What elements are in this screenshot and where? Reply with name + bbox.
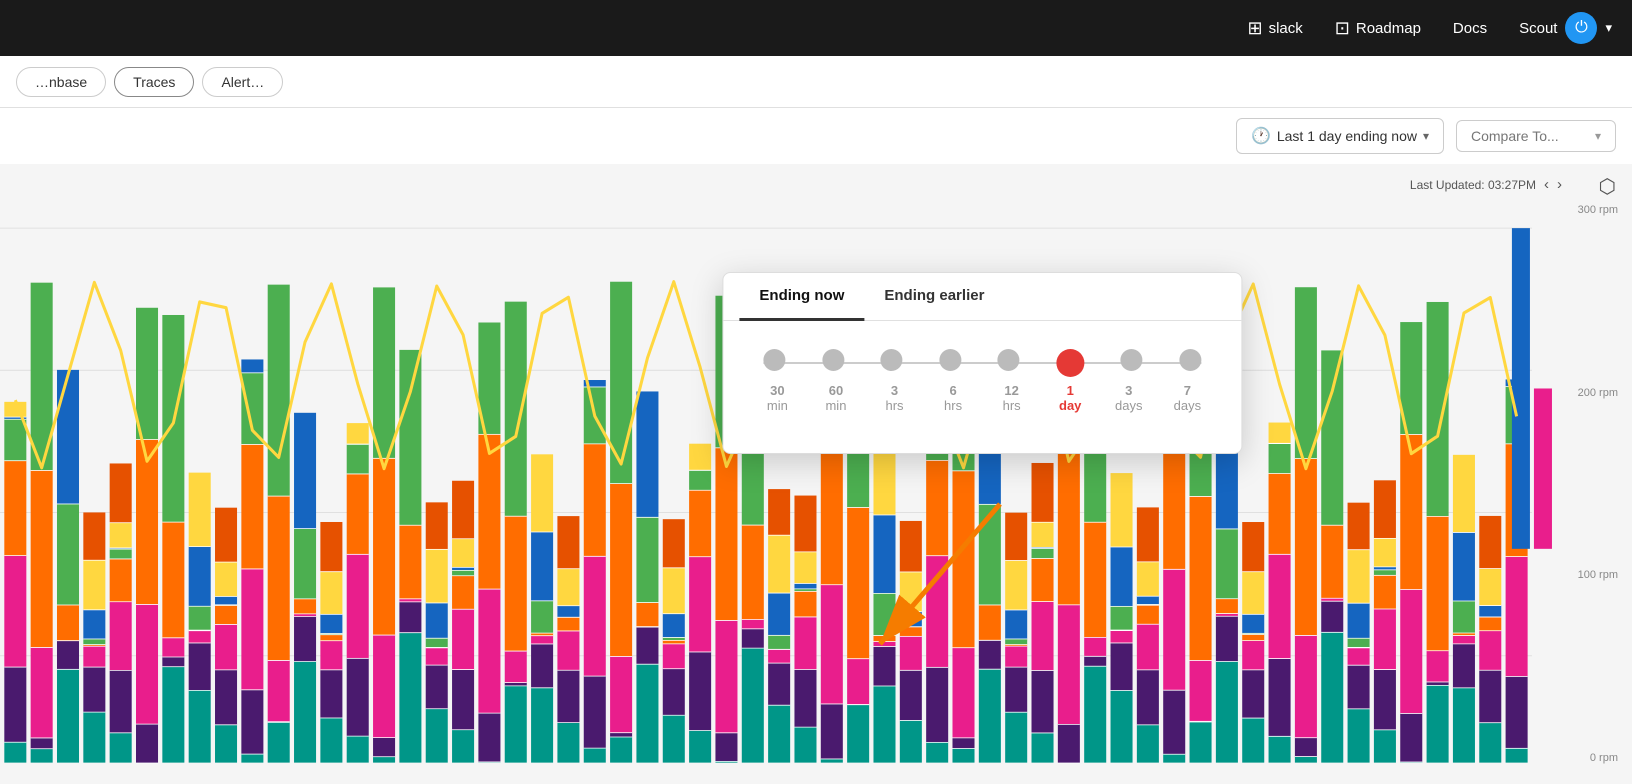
docs-label: Docs	[1453, 20, 1487, 37]
tab-traces[interactable]: Traces	[114, 67, 194, 97]
compare-label: Compare To...	[1471, 128, 1559, 144]
timeline-dots	[763, 349, 1201, 377]
y-label-0: 0 rpm	[1578, 752, 1618, 764]
dot-6hrs[interactable]	[939, 349, 961, 371]
label-6hrs: 6hrs	[939, 383, 967, 413]
docs-nav-item[interactable]: Docs	[1453, 20, 1487, 37]
popup-tab-bar: Ending now Ending earlier	[723, 273, 1241, 321]
label-12hrs: 12hrs	[998, 383, 1026, 413]
scout-dropdown-icon: ▾	[1605, 20, 1612, 36]
dot-7days[interactable]	[1179, 349, 1201, 371]
label-3hrs: 3hrs	[881, 383, 909, 413]
dot-30min[interactable]	[763, 349, 785, 371]
dot-12hrs[interactable]	[998, 349, 1020, 371]
dot-1day[interactable]	[1056, 349, 1084, 377]
timeline-track	[763, 353, 1201, 373]
timeline-labels: 30min 60min 3hrs 6hrs 12hrs 1day 3days 7…	[763, 373, 1201, 413]
compare-dropdown-chevron: ▾	[1595, 129, 1601, 143]
label-1day: 1day	[1056, 383, 1084, 413]
header-controls: 🕐 Last 1 day ending now ▾ Compare To... …	[0, 108, 1632, 164]
label-60min: 60min	[822, 383, 850, 413]
dot-3days[interactable]	[1121, 349, 1143, 371]
roadmap-label: Roadmap	[1356, 20, 1421, 37]
prev-arrow[interactable]: ‹	[1544, 176, 1549, 193]
time-range-popup: Ending now Ending earlier 30min	[722, 272, 1242, 454]
chart-area: Last Updated: 03:27PM ‹ › ⬡ 300 rpm 200 …	[0, 164, 1632, 784]
dot-60min[interactable]	[822, 349, 844, 371]
clock-icon: 🕐	[1251, 126, 1271, 146]
slack-icon: ⊞	[1248, 18, 1263, 39]
time-range-dropdown[interactable]: 🕐 Last 1 day ending now ▾	[1236, 118, 1444, 154]
time-range-label: Last 1 day ending now	[1277, 128, 1417, 144]
dot-3hrs[interactable]	[881, 349, 903, 371]
y-label-100: 100 rpm	[1578, 569, 1618, 581]
tab-database[interactable]: …nbase	[16, 67, 106, 97]
time-dropdown-chevron: ▾	[1423, 129, 1429, 143]
sub-navigation: …nbase Traces Alert…	[0, 56, 1632, 108]
roadmap-icon: ⊡	[1335, 18, 1350, 39]
compare-to-dropdown[interactable]: Compare To... ▾	[1456, 120, 1616, 152]
bar-chart	[0, 164, 1582, 784]
slack-label: slack	[1269, 20, 1303, 37]
label-30min: 30min	[763, 383, 791, 413]
ending-earlier-tab[interactable]: Ending earlier	[864, 273, 1004, 321]
roadmap-nav-item[interactable]: ⊡ Roadmap	[1335, 18, 1421, 39]
next-arrow[interactable]: ›	[1557, 176, 1562, 193]
tab-alerts[interactable]: Alert…	[202, 67, 283, 97]
scout-power-icon: ⏻	[1565, 12, 1597, 44]
slack-nav-item[interactable]: ⊞ slack	[1248, 18, 1303, 39]
label-3days: 3days	[1115, 383, 1143, 413]
last-updated-label: Last Updated: 03:27PM	[1410, 178, 1536, 192]
y-axis: 300 rpm 200 rpm 100 rpm 0 rpm	[1578, 164, 1618, 784]
ending-now-tab[interactable]: Ending now	[739, 273, 864, 321]
scout-button[interactable]: Scout ⏻ ▾	[1519, 12, 1612, 44]
label-7days: 7days	[1173, 383, 1201, 413]
y-label-300: 300 rpm	[1578, 204, 1618, 216]
top-navigation: ⊞ slack ⊡ Roadmap Docs Scout ⏻ ▾	[0, 0, 1632, 56]
y-label-200: 200 rpm	[1578, 387, 1618, 399]
timeline-container: 30min 60min 3hrs 6hrs 12hrs 1day 3days 7…	[723, 321, 1241, 421]
scout-label: Scout	[1519, 20, 1557, 37]
